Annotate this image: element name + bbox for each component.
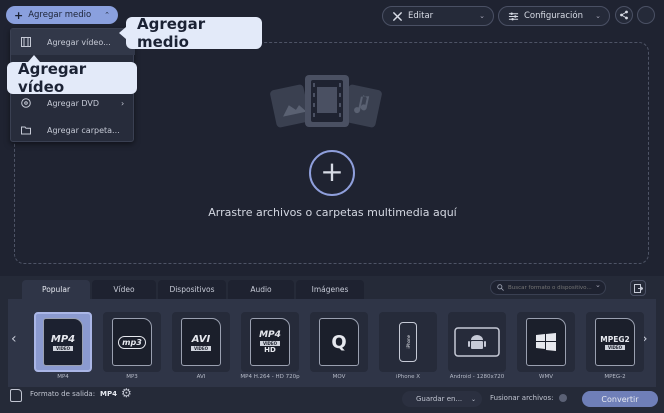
save-to-label: Guardar en... xyxy=(416,395,463,403)
export-icon xyxy=(633,283,643,293)
add-media-label: Agregar medio xyxy=(28,10,92,20)
format-android[interactable] xyxy=(448,312,506,372)
chevron-right-icon: › xyxy=(121,98,125,108)
format-search[interactable] xyxy=(490,280,606,295)
search-icon xyxy=(497,284,504,291)
quicktime-icon: Q xyxy=(331,331,347,353)
add-media-button[interactable]: + Agregar medio ⌃ xyxy=(6,6,118,24)
share-button[interactable] xyxy=(615,6,633,24)
format-label: MP3 xyxy=(126,374,138,380)
add-files-button[interactable]: + xyxy=(309,150,355,196)
convert-label: Convertir xyxy=(601,394,639,404)
format-strip: ‹ › MP4 VIDEO MP4 mp3 MP3 AVI VIDEO AVI MP… xyxy=(8,299,656,387)
film-icon xyxy=(21,37,31,47)
disc-icon xyxy=(21,98,31,108)
account-button[interactable] xyxy=(637,6,655,24)
tools-icon xyxy=(391,10,403,22)
tab-audio[interactable]: Audio xyxy=(228,280,294,299)
format-mpeg2[interactable]: MPEG2 VIDEO xyxy=(586,312,644,372)
tab-images[interactable]: Imágenes xyxy=(296,280,364,299)
callout-pointer xyxy=(119,27,126,39)
output-format-label: Formato de salida: xyxy=(30,390,96,398)
iphone-icon: iPhone xyxy=(399,322,417,362)
format-label: WMV xyxy=(539,374,553,380)
output-format-value: MP4 xyxy=(100,390,117,398)
save-to-button[interactable]: Guardar en... ⌄ xyxy=(402,391,482,407)
menu-item-add-folder[interactable]: Agregar carpeta... xyxy=(11,117,135,143)
callout-add-media: Agregar medio xyxy=(126,15,262,51)
plus-icon: + xyxy=(14,8,24,22)
windows-icon xyxy=(536,333,556,351)
format-label: MP4 H.264 - HD 720p xyxy=(240,374,300,380)
format-iphone-x[interactable]: iPhone xyxy=(379,312,437,372)
format-mp3[interactable]: mp3 xyxy=(103,312,161,372)
chevron-down-icon: ⌄ xyxy=(470,395,476,403)
format-badge-hd: HD xyxy=(264,346,276,354)
convert-button[interactable]: Convertir xyxy=(582,391,658,407)
format-mov[interactable]: Q xyxy=(310,312,368,372)
format-label: Android - 1280x720 xyxy=(449,374,505,380)
format-avi[interactable]: AVI VIDEO xyxy=(172,312,230,372)
media-icon xyxy=(270,75,382,128)
tab-popular[interactable]: Popular xyxy=(22,280,90,299)
chevron-down-icon: ⌄ xyxy=(479,12,485,20)
chevron-down-icon: ⌄ xyxy=(595,12,601,20)
format-badge: MP4 xyxy=(259,330,281,340)
format-badge: MPEG2 xyxy=(600,334,630,344)
format-mp4-hd[interactable]: MP4 VIDEO HD xyxy=(241,312,299,372)
share-icon xyxy=(620,10,628,20)
edit-label: Editar xyxy=(408,11,434,21)
menu-item-add-video[interactable]: Agregar vídeo... xyxy=(11,29,135,55)
format-mp4[interactable]: MP4 VIDEO xyxy=(34,312,92,372)
format-label: MPEG-2 xyxy=(604,374,626,380)
tab-video[interactable]: Vídeo xyxy=(92,280,156,299)
edit-button[interactable]: Editar ⌄ xyxy=(382,6,494,26)
chevron-down-icon[interactable]: ⌄ xyxy=(595,281,601,289)
format-label: MP4 xyxy=(57,374,69,380)
menu-item-label: Agregar DVD xyxy=(47,98,100,108)
merge-files-label: Fusionar archivos: xyxy=(490,394,554,402)
sliders-icon xyxy=(507,10,519,22)
folder-icon xyxy=(21,126,31,135)
format-wmv[interactable] xyxy=(517,312,575,372)
output-format-icon xyxy=(10,389,22,402)
format-badge: mp3 xyxy=(118,335,146,349)
format-badge: iPhone xyxy=(405,335,411,349)
tab-devices[interactable]: Dispositivos xyxy=(158,280,226,299)
callout-pointer xyxy=(28,55,40,62)
android-icon xyxy=(454,327,500,357)
export-button[interactable] xyxy=(630,280,646,296)
format-badge: AVI xyxy=(191,333,211,345)
plus-icon: + xyxy=(320,154,344,188)
gear-icon[interactable]: ⚙ xyxy=(121,386,132,400)
format-badge: MP4 xyxy=(50,333,76,345)
menu-item-label: Agregar vídeo... xyxy=(47,37,111,47)
settings-label: Configuración xyxy=(524,11,583,21)
callout-add-video: Agregar vídeo xyxy=(7,60,137,96)
chevron-left-icon[interactable]: ‹ xyxy=(11,331,17,347)
menu-item-label: Agregar carpeta... xyxy=(47,125,120,135)
format-label: iPhone X xyxy=(395,374,421,380)
format-search-input[interactable] xyxy=(508,284,598,291)
drop-hint: Arrastre archivos o carpetas multimedia … xyxy=(208,206,457,219)
chevron-up-icon: ⌃ xyxy=(104,11,110,19)
settings-button[interactable]: Configuración ⌄ xyxy=(498,6,610,26)
merge-files-toggle[interactable] xyxy=(559,394,567,402)
format-label: AVI xyxy=(196,374,206,380)
format-label: MOV xyxy=(332,374,346,380)
